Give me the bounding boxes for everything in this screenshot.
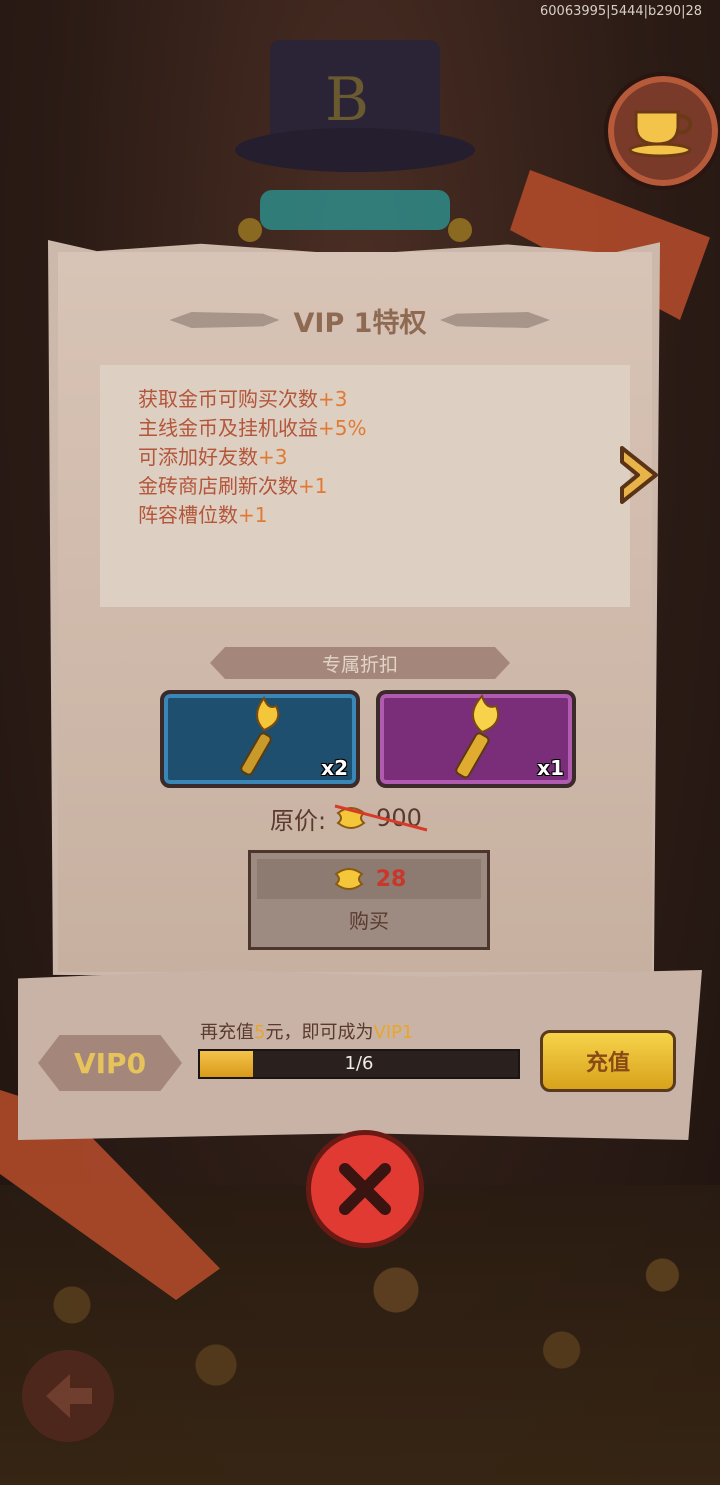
fish-ornament-icon <box>169 312 280 328</box>
debug-info: 60063995|5444|b290|28 <box>540 4 702 19</box>
next-page-arrow-icon[interactable] <box>614 440 664 510</box>
vip-progress-bar: 1/6 <box>198 1049 520 1079</box>
close-icon <box>339 1163 391 1215</box>
perk-item: 可添加好友数+3 <box>138 445 288 469</box>
recharge-button[interactable]: 充值 <box>540 1030 676 1092</box>
original-price: 900 <box>334 804 428 832</box>
coffee-cup-icon <box>628 110 693 158</box>
strikethrough-mark <box>334 804 428 832</box>
gold-ingot-icon <box>334 868 364 890</box>
item-quantity: x2 <box>321 756 348 780</box>
reward-item-card[interactable]: x2 <box>160 690 360 788</box>
buy-button[interactable]: 28 购买 <box>248 850 490 950</box>
perks-list: 获取金币可购买次数+3 主线金币及挂机收益+5% 可添加好友数+3 金砖商店刷新… <box>100 365 630 607</box>
panel-title: VIP 1特权 <box>293 307 427 339</box>
torch-icon <box>240 695 280 776</box>
reward-item-card[interactable]: x1 <box>376 690 576 788</box>
original-price-label: 原价: <box>270 806 327 835</box>
perk-item: 获取金币可购买次数+3 <box>138 387 348 411</box>
buy-price: 28 <box>375 866 407 892</box>
back-arrow-icon <box>46 1374 92 1418</box>
item-quantity: x1 <box>537 756 564 780</box>
back-button[interactable] <box>22 1350 114 1442</box>
discount-banner: 专属折扣 <box>210 647 510 679</box>
close-button[interactable] <box>306 1130 424 1248</box>
torch-icon <box>455 694 500 779</box>
coffee-cup-button[interactable] <box>604 72 720 190</box>
merchant-character: B <box>235 40 475 242</box>
original-price-row: 原价: 900 <box>270 800 428 836</box>
progress-text: 1/6 <box>344 1053 374 1074</box>
panel-header: VIP 1特权 <box>130 300 590 340</box>
current-vip-badge: VIP0 <box>38 1035 182 1091</box>
perk-item: 主线金币及挂机收益+5% <box>138 416 367 440</box>
buy-price-row: 28 <box>257 859 481 899</box>
perk-item: 金砖商店刷新次数+1 <box>138 474 328 498</box>
recharge-hint: 再充值5元，即可成为VIP1 <box>200 1022 414 1043</box>
svg-text:B: B <box>325 65 369 135</box>
perk-item: 阵容槽位数+1 <box>138 503 268 527</box>
fish-ornament-icon <box>440 312 550 328</box>
buy-label: 购买 <box>349 909 389 933</box>
